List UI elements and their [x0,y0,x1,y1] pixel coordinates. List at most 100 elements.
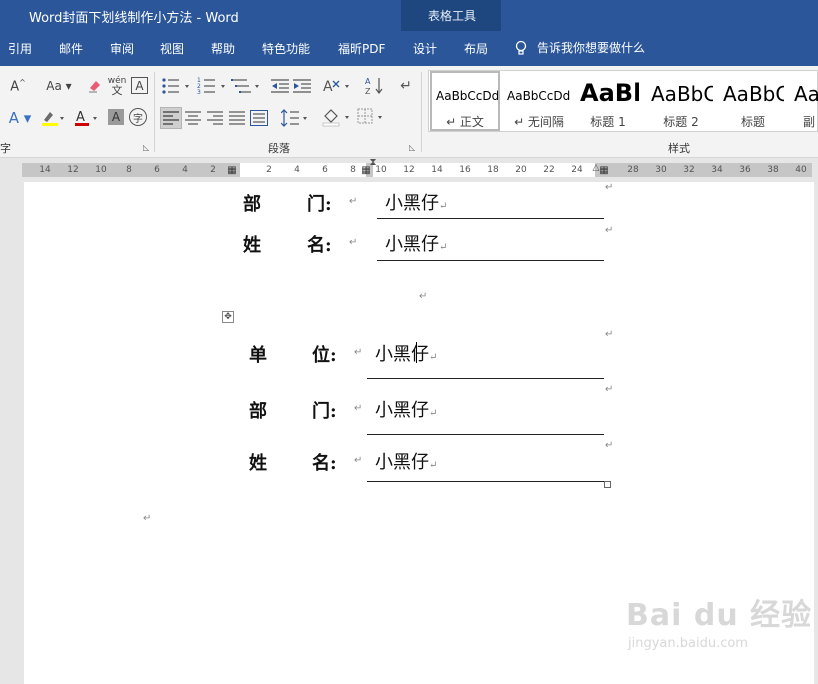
ruler-tick: 36 [739,165,751,175]
ruler-tick: 6 [154,165,160,175]
svg-text:Z: Z [365,87,371,96]
svg-text:A: A [323,79,333,95]
clear-format-icon[interactable] [86,77,104,95]
ruler-tick: 2 [210,165,216,175]
highlight-icon[interactable] [38,109,68,127]
cell-mark: ↵ [354,403,363,414]
font-group-label: 字 [0,142,11,155]
tell-me-box[interactable]: 告诉我你想要做什么 [515,39,645,56]
borders-icon[interactable] [356,106,388,128]
underline [377,260,604,261]
justify-icon[interactable] [226,107,248,129]
style-normal[interactable]: AaBbCcDd ↵ 正文 [430,71,500,131]
shading-icon[interactable] [320,106,354,128]
svg-text:3: 3 [197,89,201,95]
ruler-tick: 12 [403,165,415,175]
ruler-tick: 38 [767,165,779,175]
table-column-marker-icon[interactable]: ▦ [227,165,236,176]
ruler-tick: 8 [350,165,356,175]
char-border-icon[interactable]: A [131,77,148,94]
cell-mark: ↵ [354,347,363,358]
name-value[interactable]: 小黑仔↵ [385,230,447,256]
ruler-tick: 14 [431,165,443,175]
end-of-row-mark: ↵ [605,225,614,236]
table-resize-handle[interactable] [604,481,611,488]
ruler-tick: 32 [683,165,695,175]
ruler-tick: 24 [571,165,583,175]
style-heading-1[interactable]: AaBl 标题 1 [577,71,639,131]
ruler-tick: 28 [627,165,639,175]
decrease-indent-icon[interactable] [270,76,290,96]
phonetic-guide-icon[interactable]: wén 文 [108,75,127,97]
align-center-icon[interactable] [182,107,204,129]
context-group-label: 表格工具 [428,9,477,23]
ribbon: A^ Aa ▾ wén 文 A A ▾ A A 字 123 A AZ ↵ 字 ◺… [0,66,818,158]
style-heading-2[interactable]: AaBbC 标题 2 [649,71,713,131]
unit-value[interactable]: 小黑仔↵ [375,340,437,366]
end-of-row-mark: ↵ [605,182,614,193]
align-right-icon[interactable] [204,107,226,129]
ruler-tick: 4 [294,165,300,175]
horizontal-ruler[interactable]: 14 12 10 8 6 4 2 ▦ 2 4 6 8 ▦ ⧗ 10 12 14 … [0,157,818,182]
font-dialog-launcher-icon[interactable]: ◺ [143,143,149,152]
underline [367,378,604,379]
ruler-tick: 20 [515,165,527,175]
tab-foxit-pdf[interactable]: 福昕PDF [338,40,385,57]
name-value[interactable]: 小黑仔↵ [375,448,437,474]
table-move-handle-icon[interactable]: ✥ [222,311,234,323]
tell-me-text: 告诉我你想要做什么 [537,41,646,55]
end-of-row-mark: ↵ [605,329,614,340]
underline [367,434,604,435]
align-left-icon[interactable] [160,107,182,129]
tab-view[interactable]: 视图 [160,40,184,57]
ruler-tick: 30 [655,165,667,175]
font-grow-button[interactable]: A^ [2,78,34,94]
tab-layout[interactable]: 布局 [464,40,488,57]
text-effect-icon[interactable]: A ▾ [6,109,34,127]
underline [367,481,604,482]
svg-text:A: A [76,110,85,125]
style-subtitle[interactable]: Aa 副 [793,71,818,131]
tab-review[interactable]: 审阅 [110,40,134,57]
increase-indent-icon[interactable] [292,76,312,96]
baidu-watermark: Bai du 经验 jingyan.baidu.com [626,598,813,651]
window-title: Word封面下划线制作小方法 - Word [29,11,239,26]
styles-gallery: AaBbCcDd ↵ 正文 AaBbCcDd ↵ 无间隔 AaBl 标题 1 A… [428,70,818,132]
ruler-tick: 2 [266,165,272,175]
distributed-icon[interactable] [248,107,270,129]
cell-mark: ↵ [354,455,363,466]
tab-references[interactable]: 引用 [8,40,32,57]
chinese-layout-icon[interactable]: A [322,76,354,96]
department-value[interactable]: 小黑仔↵ [385,189,447,215]
tab-special-features[interactable]: 特色功能 [262,40,310,57]
ribbon-tabs: 引用 邮件 审阅 视图 帮助 特色功能 福昕PDF 设计 布局 告诉我你想要做什… [0,31,818,66]
ruler-tick: 34 [711,165,723,175]
font-color-icon[interactable]: A [72,109,102,127]
numbering-icon[interactable]: 123 [196,76,230,96]
line-spacing-icon[interactable] [280,107,310,129]
enclose-char-icon[interactable]: 字 [129,108,147,126]
svg-text:A: A [365,77,371,86]
multilevel-list-icon[interactable] [230,76,264,96]
paragraph-mark: ↵ [143,513,152,524]
style-no-spacing[interactable]: AaBbCcDd ↵ 无间隔 [503,71,575,131]
style-title[interactable]: AaBbC 标题 [722,71,784,131]
department-value[interactable]: 小黑仔↵ [375,396,437,422]
tab-mailings[interactable]: 邮件 [59,40,83,57]
show-marks-icon[interactable]: ↵ [398,76,414,96]
ruler-tick: 22 [543,165,555,175]
char-shading-icon[interactable]: A [108,109,124,125]
tab-help[interactable]: 帮助 [211,40,235,57]
paragraph-dialog-launcher-icon[interactable]: ◺ [409,143,415,152]
sort-icon[interactable]: AZ [364,75,386,97]
ruler-tick: 16 [459,165,471,175]
lightbulb-icon [515,40,527,55]
tab-design[interactable]: 设计 [413,40,437,57]
change-case-button[interactable]: Aa ▾ [44,78,74,94]
table-column-marker-icon[interactable]: ▦ [599,165,608,176]
underline [377,218,604,219]
bullets-icon[interactable] [160,76,194,96]
ruler-tick: 8 [126,165,132,175]
end-of-row-mark: ↵ [605,384,614,395]
cell-mark: ↵ [349,237,358,248]
